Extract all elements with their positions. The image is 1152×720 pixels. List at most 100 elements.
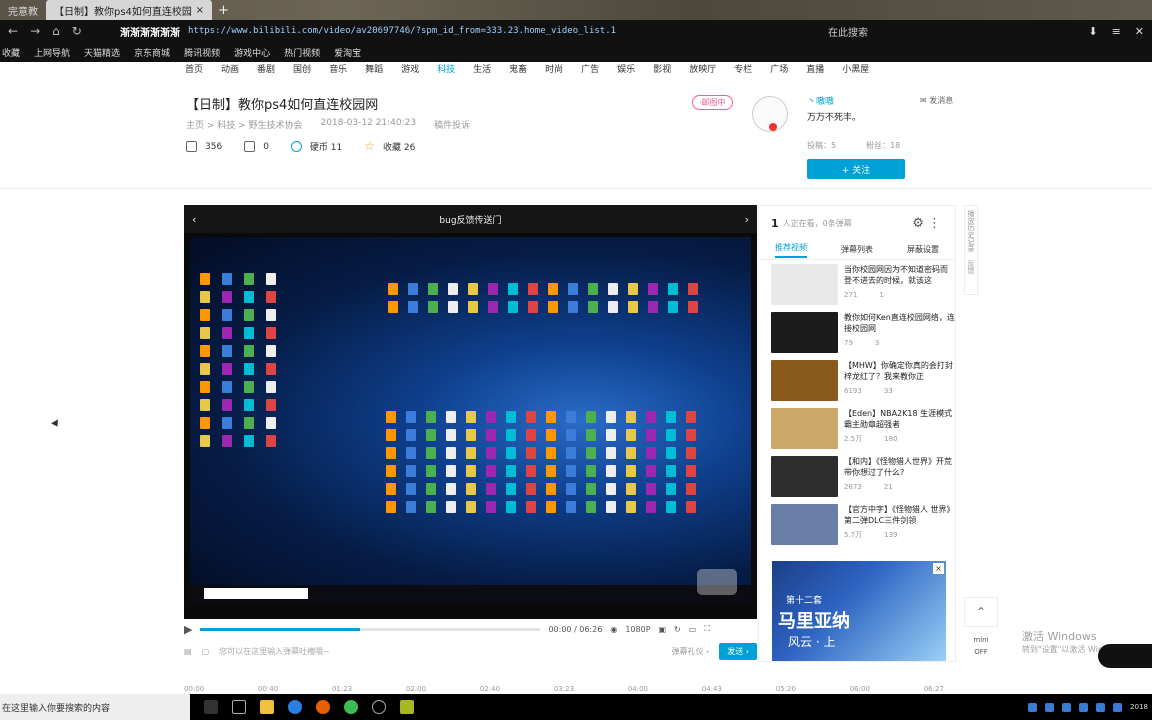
category-item[interactable]: 首页 [185, 62, 203, 76]
tray-icon[interactable] [1062, 702, 1072, 712]
tray-icon[interactable] [1045, 702, 1055, 712]
app-icon[interactable] [372, 700, 386, 714]
back-icon[interactable]: ← [8, 24, 18, 38]
download-icon[interactable]: ⬇ [1088, 25, 1097, 38]
bookmark-item[interactable]: 天猫精选 [84, 46, 120, 59]
widescreen-icon[interactable]: ▭ [689, 625, 697, 634]
list-item[interactable]: 【和内】《怪物猎人世界》开荒带你想过了什么? 2873 21 [759, 452, 955, 500]
danmaku-etiquette-link[interactable]: 弹幕礼仪 › [672, 646, 710, 657]
report-link[interactable]: 稿件投诉 [434, 118, 470, 131]
category-item[interactable]: 广场 [770, 62, 788, 76]
firefox-icon[interactable] [316, 700, 330, 714]
danmaku-send-button[interactable]: 发送 › [719, 642, 757, 660]
avatar[interactable] [752, 96, 788, 132]
menu-icon[interactable]: ≡ [1112, 25, 1121, 38]
home-icon[interactable]: ⌂ [52, 24, 60, 38]
mini-player-toggle[interactable]: mini OFF [964, 631, 998, 663]
player-top-title[interactable]: bug反馈传送门 [439, 213, 501, 226]
loop-icon[interactable]: ↻ [674, 625, 681, 634]
breadcrumb[interactable]: 主页 > 科技 > 野生技术协会 [186, 118, 303, 131]
play-overlay-icon[interactable] [697, 569, 737, 595]
tab-recommend[interactable]: 推荐视频 [775, 242, 807, 258]
category-item[interactable]: 生活 [473, 62, 491, 76]
feedback-link[interactable]: 反馈 [966, 260, 976, 274]
forward-icon[interactable]: → [30, 24, 40, 38]
bookmark-item[interactable]: 京东商城 [134, 46, 170, 59]
tray-icon[interactable] [1079, 702, 1089, 712]
progress-bar[interactable] [200, 627, 541, 631]
rec-title[interactable]: 【Eden】NBA2K18 生涯模式 霸主勋章超强者 [844, 408, 955, 430]
refresh-icon[interactable]: ↻ [72, 24, 82, 38]
tab-block-settings[interactable]: 屏蔽设置 [907, 244, 939, 255]
send-message-link[interactable]: ✉ 发消息 [920, 95, 953, 106]
list-item[interactable]: 【MHW】你确定你真的会打封梓龙红了？我来教你正 6193 33 [759, 356, 955, 404]
video-thumbnail[interactable] [771, 312, 838, 353]
danmaku-settings-icon[interactable]: ▤ [184, 647, 192, 656]
danmaku-style-icon[interactable]: ▢ [202, 647, 210, 656]
task-view-icon[interactable] [232, 700, 246, 714]
browser-tab-inactive[interactable]: 完意教 [0, 0, 46, 20]
category-item[interactable]: 鬼畜 [509, 62, 527, 76]
gear-icon[interactable]: ⚙ ⋮ [912, 216, 941, 231]
clock[interactable]: 2018 [1130, 703, 1148, 711]
bookmark-item[interactable]: 腾讯视频 [184, 46, 220, 59]
category-item[interactable]: 番剧 [257, 62, 275, 76]
category-item[interactable]: 影视 [653, 62, 671, 76]
bookmark-item[interactable]: 热门视频 [284, 46, 320, 59]
app-icon[interactable] [400, 700, 414, 714]
category-item[interactable]: 动画 [221, 62, 239, 76]
list-item[interactable]: 【官方中字】《怪物猎人 世界》第二弹DLC三件剑领 5.7万 139 [759, 500, 955, 548]
browser-app-icon[interactable] [288, 700, 302, 714]
quality-selector[interactable]: 1080P [625, 625, 650, 634]
rec-title[interactable]: 【官方中字】《怪物猎人 世界》第二弹DLC三件剑领 [844, 504, 955, 526]
chrome-icon[interactable] [344, 700, 358, 714]
category-item[interactable]: 国创 [293, 62, 311, 76]
video-thumbnail[interactable] [771, 504, 838, 545]
prev-arrow-icon[interactable]: ‹ [192, 213, 196, 226]
ad-close-icon[interactable]: × [933, 563, 944, 574]
category-item[interactable]: 娱乐 [617, 62, 635, 76]
bookmark-item[interactable]: 上网导航 [34, 46, 70, 59]
rec-title[interactable]: 【MHW】你确定你真的会打封梓龙红了？我来教你正 [844, 360, 955, 382]
rec-title[interactable]: 教你如何Ken直连校园网络，连接校园网 [844, 312, 955, 334]
tray-icon[interactable] [1096, 702, 1106, 712]
list-item[interactable]: 【Eden】NBA2K18 生涯模式 霸主勋章超强者 2.5万 180 [759, 404, 955, 452]
category-item[interactable]: 舞蹈 [365, 62, 383, 76]
tray-icon[interactable] [1028, 702, 1038, 712]
search-box[interactable]: 在此搜索 [828, 24, 868, 39]
video-thumbnail[interactable] [771, 456, 838, 497]
history-link[interactable]: 播放历史记录 [966, 210, 976, 252]
fullscreen-icon[interactable]: ⛶ [704, 624, 710, 634]
danmaku-input[interactable]: 您可以在这里输入弹幕吐槽哦~ [219, 646, 661, 657]
category-item[interactable]: 放映厅 [689, 62, 716, 76]
ad-banner[interactable]: 第十二套 马里亚纳 风云 · 上 × [772, 561, 946, 661]
category-item[interactable]: 时尚 [545, 62, 563, 76]
scroll-top-button[interactable]: ⌃ [964, 597, 998, 627]
category-item[interactable]: 直播 [806, 62, 824, 76]
new-tab-button[interactable]: + [212, 3, 235, 18]
category-item[interactable]: 广告 [581, 62, 599, 76]
video-thumbnail[interactable] [771, 408, 838, 449]
close-icon[interactable]: × [196, 5, 204, 16]
category-item[interactable]: 游戏 [401, 62, 419, 76]
browser-tab-active[interactable]: 【日制】教你ps4如何直连校园网_科 × [46, 0, 212, 20]
uploader-name[interactable]: 丶嗷嗷 [807, 94, 834, 107]
list-item[interactable]: 当你校园网因为不知道密码而登不进去的时候，就该这 271 1 [759, 260, 955, 308]
video-thumbnail[interactable] [771, 360, 838, 401]
tray-icon[interactable] [1113, 702, 1123, 712]
rec-title[interactable]: 当你校园网因为不知道密码而登不进去的时候，就该这 [844, 264, 955, 286]
coin-button[interactable]: 硬币 11 [290, 140, 342, 153]
play-icon[interactable]: ▶ [184, 623, 192, 636]
list-item[interactable]: 教你如何Ken直连校园网络，连接校园网 79 3 [759, 308, 955, 356]
video-thumbnail[interactable] [771, 264, 838, 305]
url-input[interactable]: https://www.bilibili.com/video/av2069774… [188, 26, 708, 36]
favorite-button[interactable]: ☆ 收藏 26 [364, 140, 415, 153]
os-search-input[interactable]: 在这里输入你要搜索的内容 [0, 694, 190, 720]
next-arrow-icon[interactable]: › [745, 213, 749, 226]
bookmark-item[interactable]: 游戏中心 [234, 46, 270, 59]
category-item[interactable]: 小黑屋 [842, 62, 869, 76]
bookmark-item[interactable]: 收藏 [2, 46, 20, 59]
video-frame[interactable] [190, 237, 751, 603]
rec-title[interactable]: 【和内】《怪物猎人世界》开荒带你想过了什么? [844, 456, 955, 478]
window-close-icon[interactable]: ✕ [1135, 25, 1144, 38]
